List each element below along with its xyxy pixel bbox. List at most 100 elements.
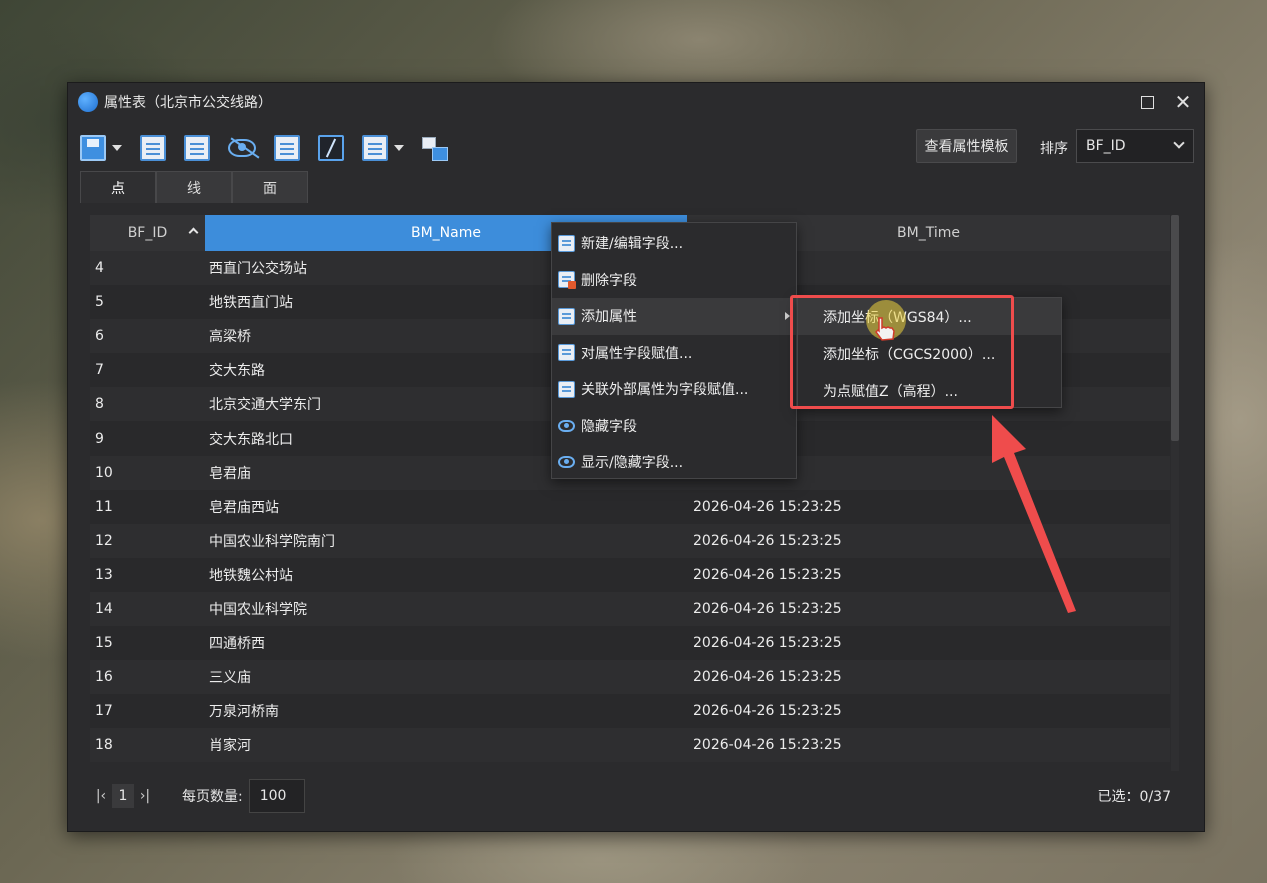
column-header-bf-id[interactable]: BF_ID [90,215,205,251]
vertical-scrollbar[interactable] [1171,215,1179,771]
tab-line[interactable]: 线 [156,171,232,203]
formula-button[interactable] [318,132,344,164]
cell-bm-name: 地铁魏公村站 [209,567,293,584]
menu-item-delete-field[interactable]: 删除字段 [552,262,796,299]
first-page-button[interactable]: |‹ [90,784,112,808]
window-title: 属性表（北京市公交线路） [104,95,272,111]
sort-select[interactable]: BF_ID [1076,129,1194,163]
formula-icon [318,135,344,161]
menu-item-label: 删除字段 [581,272,637,289]
cell-bm-time: 2026-04-26 15:23:25 [693,566,842,583]
add-attribute-button[interactable] [274,132,300,164]
sort-ascending-icon [188,227,199,238]
query-button[interactable] [140,132,166,164]
table-row[interactable]: 17 万泉河桥南 2026-04-26 15:23:25 [90,694,1170,729]
cell-bm-time: 2026-04-26 15:23:25 [693,703,842,720]
table-row[interactable]: 18 肖家河 2026-04-26 15:23:25 [90,728,1170,763]
chevron-down-icon[interactable] [394,145,404,151]
cell-bm-name: 中国农业科学院 [209,601,307,618]
tab-point[interactable]: 点 [80,171,156,203]
per-page-label: 每页数量: [182,789,243,805]
maximize-icon [1140,95,1154,109]
hide-field-icon [558,419,575,432]
table-row[interactable]: 15 四通桥西 2026-04-26 15:23:25 [90,626,1170,661]
cell-bf-id: 10 [95,464,113,481]
cell-bf-id: 14 [95,600,113,617]
show-hide-field-icon [558,456,575,469]
menu-item-label: 显示/隐藏字段... [581,455,684,472]
table-row[interactable]: 16 三义庙 2026-04-26 15:23:25 [90,660,1170,695]
edit-field-icon [558,234,575,252]
cell-bm-time: 2026-04-26 15:23:25 [693,532,842,549]
save-button[interactable] [80,132,122,164]
cell-bm-time: 2026-04-26 15:23:25 [693,498,842,515]
geometry-tabs: 点 线 面 [80,171,308,203]
cell-bm-time: 2026-04-26 15:23:25 [693,635,842,652]
hand-cursor-icon [875,317,895,341]
cell-bf-id: 18 [95,737,113,754]
cell-bf-id: 17 [95,703,113,720]
add-attribute-icon [274,135,300,161]
field-list-icon [362,135,388,161]
cell-bf-id: 15 [95,635,113,652]
scrollbar-thumb[interactable] [1171,215,1179,441]
cell-bf-id: 6 [95,328,104,345]
cell-bf-id: 5 [95,294,104,311]
menu-item-show-hide-field[interactable]: 显示/隐藏字段... [552,444,796,481]
cell-bm-name: 三义庙 [209,670,251,687]
chevron-down-icon [1173,137,1185,149]
app-logo-icon [78,92,98,112]
title-bar: 属性表（北京市公交线路） ✕ [68,83,1204,121]
cell-bm-time: 2026-04-26 15:23:25 [693,737,842,754]
cell-bm-name: 皂君庙西站 [209,499,279,516]
menu-item-label: 关联外部属性为字段赋值... [581,382,749,399]
menu-item-new-edit-field[interactable]: 新建/编辑字段... [552,225,796,262]
selected-count: 已选：0/37 [1097,789,1171,805]
cell-bm-name: 万泉河桥南 [209,704,279,721]
sort-label: 排序 [1040,141,1068,157]
field-list-button[interactable] [362,132,404,164]
sort-value: BF_ID [1086,138,1126,154]
menu-item-hide-field[interactable]: 隐藏字段 [552,408,796,445]
relation-button[interactable] [422,132,448,164]
cell-bm-time: 2026-04-26 15:23:25 [693,669,842,686]
relation-icon [422,135,448,161]
menu-item-label: 隐藏字段 [581,418,637,435]
hide-button[interactable] [228,132,256,164]
maximize-button[interactable] [1132,89,1162,115]
menu-item-add-attribute[interactable]: 添加属性 [552,298,796,335]
cell-bf-id: 11 [95,498,113,515]
cell-bf-id: 7 [95,362,104,379]
cell-bf-id: 13 [95,566,113,583]
toolbar [80,131,466,165]
cell-bm-name: 四通桥西 [209,636,265,653]
cell-bf-id: 9 [95,430,104,447]
edit-field-button[interactable] [184,132,210,164]
hide-icon [228,139,256,157]
view-attribute-template-button[interactable]: 查看属性模板 [916,129,1017,163]
cell-bm-time: 2026-04-26 15:23:25 [693,600,842,617]
assign-value-icon [558,344,575,362]
menu-item-label: 对属性字段赋值... [581,345,693,362]
join-external-icon [558,380,575,398]
last-page-button[interactable]: ›| [134,784,156,808]
cell-bf-id: 16 [95,669,113,686]
add-attribute-icon [558,307,575,325]
current-page[interactable]: 1 [112,784,134,808]
save-icon [80,135,106,161]
cell-bf-id: 12 [95,532,113,549]
cell-bf-id: 4 [95,260,104,277]
menu-item-assign-value[interactable]: 对属性字段赋值... [552,335,796,372]
chevron-down-icon[interactable] [112,145,122,151]
table-footer: |‹ 1 ›| 每页数量: 100 已选：0/37 [90,779,1183,813]
close-button[interactable]: ✕ [1168,89,1198,115]
menu-item-join-external[interactable]: 关联外部属性为字段赋值... [552,371,796,408]
per-page-input[interactable]: 100 [248,779,305,813]
cell-bf-id: 8 [95,396,104,413]
menu-item-label: 新建/编辑字段... [581,236,684,253]
menu-item-label: 添加属性 [581,309,637,326]
edit-field-icon [184,135,210,161]
context-menu: 新建/编辑字段... 删除字段 添加属性 对属性字段赋值... 关联外部属性为字… [551,222,797,479]
query-icon [140,135,166,161]
tab-polygon[interactable]: 面 [232,171,308,203]
